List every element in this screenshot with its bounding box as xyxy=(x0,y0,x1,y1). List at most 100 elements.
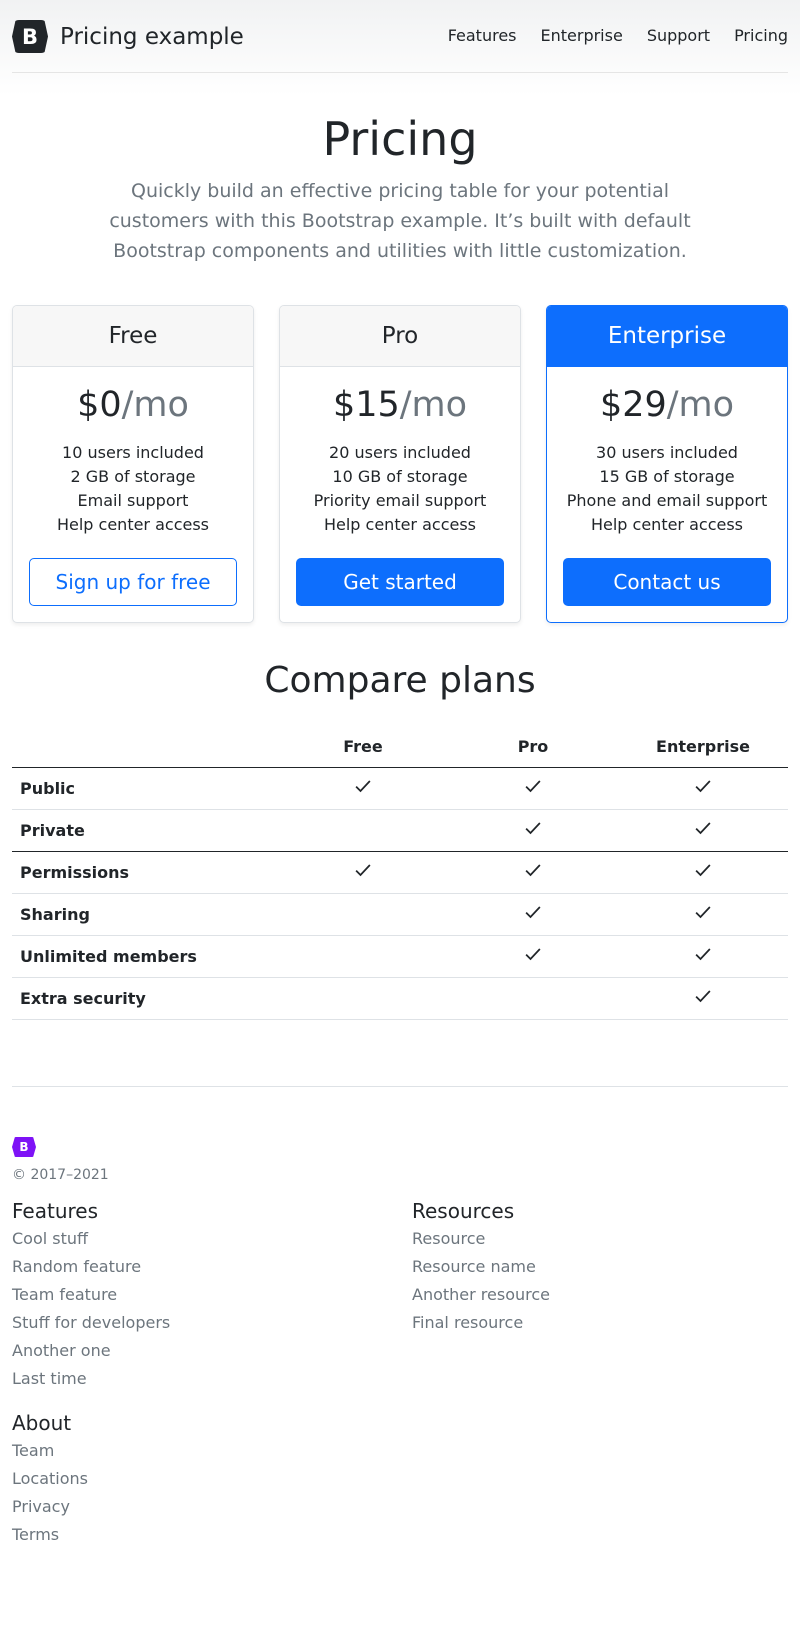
table-cell xyxy=(618,809,788,852)
plan-name: Free xyxy=(13,306,253,367)
compare-table-body: Public Private Permissions Sharing Unlimited… xyxy=(12,767,788,1020)
row-label: Extra security xyxy=(12,977,278,1020)
table-cell xyxy=(618,851,788,894)
table-cell xyxy=(448,935,618,978)
page-title: Pricing xyxy=(322,112,478,166)
plan-price: $0/mo xyxy=(13,383,253,427)
plan-name: Pro xyxy=(280,306,520,367)
contact-us-button[interactable]: Contact us xyxy=(563,558,771,606)
check-icon xyxy=(525,948,541,961)
check-icon xyxy=(355,780,371,793)
footer-heading: Resources xyxy=(412,1199,515,1223)
nav-link-support[interactable]: Support xyxy=(639,26,710,45)
row-label: Private xyxy=(12,809,278,852)
footer-link[interactable]: Locations xyxy=(12,1469,88,1488)
check-icon xyxy=(525,780,541,793)
bootstrap-logo-icon: B xyxy=(12,1137,36,1157)
plan-features: 20 users included 10 GB of storage Prior… xyxy=(280,441,520,537)
footer-about-column: About Team Locations Privacy Terms xyxy=(12,1411,88,1553)
feature-item: Help center access xyxy=(590,515,744,534)
footer-link[interactable]: Stuff for developers xyxy=(12,1313,170,1332)
feature-item: 15 GB of storage xyxy=(599,467,735,486)
site-header: B Pricing example Features Enterprise Su… xyxy=(12,0,788,73)
price-amount: $29 xyxy=(599,385,667,425)
plan-price: $15/mo xyxy=(280,383,520,427)
table-cell xyxy=(618,977,788,1020)
column-header: Free xyxy=(278,726,448,768)
check-icon xyxy=(525,864,541,877)
footer-link[interactable]: Resource name xyxy=(412,1257,536,1276)
main-nav: Features Enterprise Support Pricing xyxy=(440,26,788,45)
column-header-feature xyxy=(12,726,278,768)
page-lead: Quickly build an effective pricing table… xyxy=(109,180,691,262)
check-icon xyxy=(695,906,711,919)
nav-link-features[interactable]: Features xyxy=(440,26,517,45)
table-cell xyxy=(448,809,618,852)
table-cell xyxy=(278,809,448,852)
feature-item: 2 GB of storage xyxy=(70,467,196,486)
footer-link[interactable]: Terms xyxy=(12,1525,59,1544)
table-cell xyxy=(448,767,618,810)
table-cell xyxy=(448,851,618,894)
sign-up-button[interactable]: Sign up for free xyxy=(29,558,237,606)
nav-link-enterprise[interactable]: Enterprise xyxy=(533,26,623,45)
check-icon xyxy=(695,822,711,835)
footer-link[interactable]: Team feature xyxy=(12,1285,117,1304)
plan-name: Enterprise xyxy=(547,306,787,367)
table-row: Sharing xyxy=(12,893,788,936)
table-row: Extra security xyxy=(12,977,788,1020)
brand-name: Pricing example xyxy=(60,23,244,50)
row-label: Public xyxy=(12,767,278,810)
footer-link[interactable]: Another resource xyxy=(412,1285,550,1304)
price-amount: $15 xyxy=(332,385,400,425)
feature-item: 10 GB of storage xyxy=(332,467,468,486)
table-row: Private xyxy=(12,809,788,852)
plan-features: 30 users included 15 GB of storage Phone… xyxy=(547,441,787,537)
bootstrap-logo-icon: B xyxy=(12,20,48,53)
table-cell xyxy=(278,893,448,936)
compare-table: Free Pro Enterprise Public Private Permiss… xyxy=(12,726,788,1020)
table-cell xyxy=(278,767,448,810)
table-header-row: Free Pro Enterprise xyxy=(12,726,788,768)
feature-item: Email support xyxy=(77,491,189,510)
feature-item: Priority email support xyxy=(313,491,487,510)
check-icon xyxy=(695,864,711,877)
table-cell xyxy=(278,935,448,978)
column-header: Pro xyxy=(448,726,618,768)
check-icon xyxy=(695,948,711,961)
footer-resources-column: Resources Resource Resource name Another… xyxy=(412,1199,550,1341)
check-icon xyxy=(695,990,711,1003)
footer-link[interactable]: Resource xyxy=(412,1229,485,1248)
footer-heading: Features xyxy=(12,1199,98,1223)
check-icon xyxy=(525,906,541,919)
nav-link-pricing[interactable]: Pricing xyxy=(726,26,788,45)
check-icon xyxy=(525,822,541,835)
footer-link[interactable]: Last time xyxy=(12,1369,87,1388)
price-period: /mo xyxy=(666,385,735,425)
plan-price: $29/mo xyxy=(547,383,787,427)
footer-link[interactable]: Cool stuff xyxy=(12,1229,88,1248)
feature-item: Help center access xyxy=(323,515,477,534)
plan-card-enterprise: Enterprise $29/mo 30 users included 15 G… xyxy=(546,305,788,623)
price-period: /mo xyxy=(121,385,189,425)
check-icon xyxy=(695,780,711,793)
footer-features-column: Features Cool stuff Random feature Team … xyxy=(12,1199,170,1397)
footer-link[interactable]: Team xyxy=(12,1441,54,1460)
table-cell xyxy=(618,767,788,810)
copyright: © 2017–2021 xyxy=(12,1167,109,1183)
site-footer: B © 2017–2021 Features Cool stuff Random… xyxy=(12,1086,788,1544)
footer-link[interactable]: Another one xyxy=(12,1341,111,1360)
price-amount: $0 xyxy=(77,385,122,425)
get-started-button[interactable]: Get started xyxy=(296,558,504,606)
footer-link[interactable]: Random feature xyxy=(12,1257,141,1276)
feature-item: 10 users included xyxy=(62,443,204,462)
footer-link[interactable]: Privacy xyxy=(12,1497,70,1516)
compare-title: Compare plans xyxy=(264,660,536,701)
footer-link[interactable]: Final resource xyxy=(412,1313,523,1332)
feature-item: Help center access xyxy=(56,515,210,534)
table-cell xyxy=(448,977,618,1020)
row-label: Sharing xyxy=(12,893,278,936)
feature-item: 20 users included xyxy=(329,443,471,462)
brand-link[interactable]: B Pricing example xyxy=(12,20,244,53)
table-row: Public xyxy=(12,767,788,810)
